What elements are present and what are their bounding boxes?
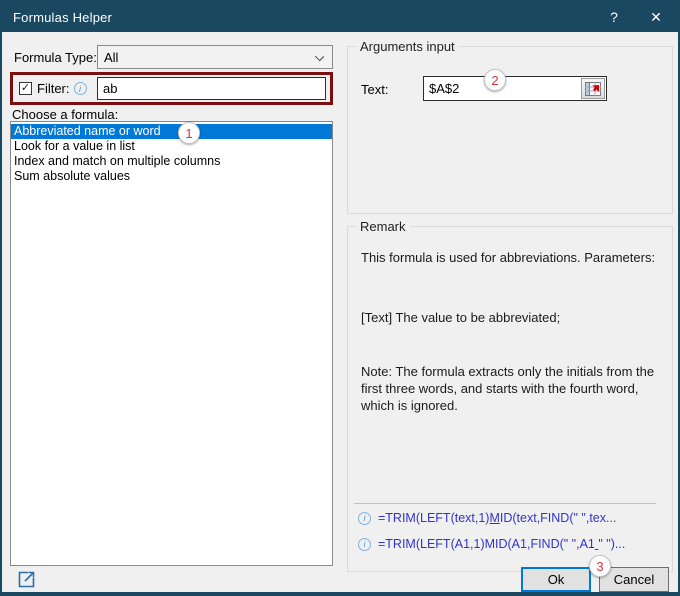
info-icon: i [73, 82, 87, 95]
filter-input[interactable]: ab [97, 77, 326, 100]
titlebar: Formulas Helper ? ✕ [2, 2, 678, 32]
formula-text-1: =TRIM(LEFT(text,1)MID(text,FIND(" ",tex.… [378, 511, 617, 525]
text-arg-input[interactable]: $A$2 [423, 76, 607, 101]
formula-link-2[interactable]: i =TRIM(LEFT(A1,1)MID(A1,FIND(" ",A1 " "… [358, 537, 625, 551]
checkmark-icon: ✓ [20, 82, 31, 94]
filter-highlight-box: ✓ Filter: i ab [10, 72, 333, 105]
list-item-abbreviated-name[interactable]: Abbreviated name or word [11, 124, 332, 139]
formulas-helper-dialog: Formulas Helper ? ✕ Formula Type: All ✓ … [0, 0, 680, 596]
range-selector-button[interactable] [581, 78, 605, 99]
formula-link-1[interactable]: i =TRIM(LEFT(text,1)MID(text,FIND(" ",te… [358, 511, 616, 525]
remark-divider [354, 503, 656, 504]
formula-type-label: Formula Type: [14, 50, 97, 65]
formula-type-dropdown[interactable]: All [97, 45, 333, 69]
choose-formula-label: Choose a formula: [12, 107, 119, 122]
arguments-input-group: Arguments input Text: $A$2 [347, 39, 673, 214]
list-item-look-for-value[interactable]: Look for a value in list [11, 139, 332, 154]
text-arg-value: $A$2 [429, 81, 460, 96]
help-icon[interactable]: ? [594, 2, 634, 32]
close-icon[interactable]: ✕ [636, 2, 676, 32]
share-icon [18, 571, 35, 588]
formula-listbox[interactable]: Abbreviated name or word Look for a valu… [10, 121, 333, 566]
annotation-step-2: 2 [484, 69, 506, 91]
window-title: Formulas Helper [13, 9, 113, 25]
filter-input-value: ab [103, 81, 118, 96]
annotation-step-3: 3 [589, 555, 611, 577]
list-item-index-match[interactable]: Index and match on multiple columns [11, 154, 332, 169]
remark-line-2: [Text] The value to be abbreviated; [361, 310, 561, 325]
filter-label: Filter: [37, 81, 70, 96]
arguments-group-label: Arguments input [356, 39, 459, 54]
chevron-down-icon [314, 51, 325, 62]
filter-checkbox[interactable]: ✓ [19, 82, 32, 95]
share-button[interactable] [16, 569, 37, 590]
info-icon: i [358, 511, 371, 525]
formula-text-2: =TRIM(LEFT(A1,1)MID(A1,FIND(" ",A1 " ").… [378, 537, 626, 551]
list-item-sum-absolute[interactable]: Sum absolute values [11, 169, 332, 184]
range-selector-icon [585, 81, 601, 96]
info-icon: i [358, 537, 371, 551]
formula-type-value: All [104, 49, 119, 65]
annotation-step-1: 1 [178, 122, 200, 144]
text-arg-label: Text: [361, 82, 389, 97]
ok-button[interactable]: Ok [521, 567, 591, 592]
remark-line-3: Note: The formula extracts only the init… [361, 364, 655, 413]
remark-group-label: Remark [356, 219, 410, 234]
remark-group: Remark This formula is used for abbrevia… [347, 219, 673, 572]
remark-line-1: This formula is used for abbreviations. … [361, 250, 656, 265]
